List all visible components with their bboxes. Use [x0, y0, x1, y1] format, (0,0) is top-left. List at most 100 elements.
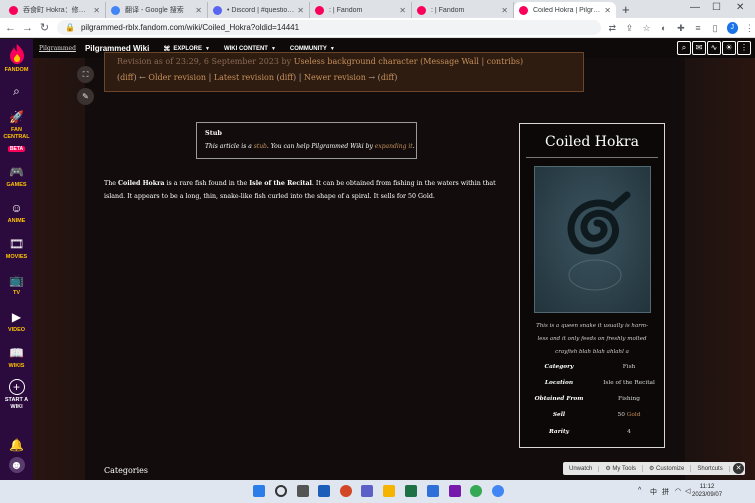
- bookmark-star-icon[interactable]: ☆: [641, 22, 652, 34]
- menu-icon[interactable]: ⋮: [744, 22, 755, 34]
- article-subject: Coiled Hokra: [118, 180, 165, 187]
- minimize-icon[interactable]: —: [690, 2, 700, 13]
- revision-user-tools[interactable]: (Message Wall | contribs): [420, 57, 523, 66]
- chrome-active-icon[interactable]: [492, 485, 504, 497]
- ime-mode-indicator[interactable]: 拼: [662, 487, 669, 497]
- stub-text-part: .: [412, 143, 415, 150]
- location-link[interactable]: Isle of the Recital: [249, 180, 312, 187]
- start-a-wiki-link[interactable]: + START A WIKI: [0, 379, 33, 411]
- discussions-icon[interactable]: ✉: [692, 41, 706, 55]
- my-tools-button[interactable]: ⚙ My Tools: [599, 465, 643, 472]
- reload-icon[interactable]: ↻: [38, 21, 51, 34]
- lock-icon: 🔒: [65, 23, 75, 32]
- tray-chevron-icon[interactable]: ^: [638, 487, 641, 494]
- back-icon[interactable]: ←: [4, 22, 17, 34]
- theme-toggle-icon[interactable]: ☀: [722, 41, 736, 55]
- translate-icon[interactable]: ⇄: [607, 22, 618, 34]
- infobox-value[interactable]: Fishing: [598, 396, 660, 402]
- tv-link[interactable]: 📺 TV: [0, 272, 33, 297]
- diff-link[interactable]: diff: [120, 73, 133, 82]
- onenote-icon[interactable]: [449, 485, 461, 497]
- shortcuts-button[interactable]: Shortcuts: [691, 465, 730, 472]
- search-button[interactable]: ⌕: [0, 83, 33, 99]
- maximize-icon[interactable]: ☐: [712, 2, 721, 13]
- task-view-icon[interactable]: [297, 485, 309, 497]
- tab-close-icon[interactable]: ✕: [297, 6, 304, 15]
- wifi-icon[interactable]: ◠: [675, 487, 681, 495]
- expanding-it-link[interactable]: expanding it: [375, 143, 413, 150]
- wikis-link[interactable]: 📖 WIKIS: [0, 345, 33, 370]
- unwatch-button[interactable]: Unwatch: [563, 465, 600, 472]
- categories-heading[interactable]: Categories: [104, 466, 148, 475]
- new-tab-icon[interactable]: +: [622, 2, 630, 17]
- extension-icon[interactable]: ◐: [658, 22, 669, 34]
- diff-link[interactable]: diff: [381, 73, 394, 82]
- powerpoint-icon[interactable]: [340, 485, 352, 497]
- tab-title: : | Fandom: [431, 6, 465, 14]
- gold-link[interactable]: Gold: [627, 412, 641, 418]
- word-icon[interactable]: [318, 485, 330, 497]
- ime-indicator[interactable]: 中: [650, 487, 657, 497]
- more-icon[interactable]: ⋮: [737, 41, 751, 55]
- tab-close-icon[interactable]: ✕: [93, 6, 100, 15]
- windows-start-icon[interactable]: [253, 485, 265, 497]
- browser-tab[interactable]: 翻译 - Google 搜索 ✕: [106, 2, 208, 18]
- system-clock[interactable]: 11:12 2023/09/07: [692, 483, 722, 499]
- anime-link[interactable]: ☺ ANIME: [0, 200, 33, 225]
- video-label: VIDEO: [7, 327, 26, 333]
- fullscreen-icon[interactable]: ⛶: [77, 66, 94, 83]
- tab-close-icon[interactable]: ✕: [399, 6, 406, 15]
- share-icon[interactable]: ⇪: [624, 22, 635, 34]
- profile-avatar[interactable]: J: [726, 21, 738, 34]
- search-icon: ⌕: [13, 84, 20, 98]
- tab-close-icon[interactable]: ✕: [604, 6, 611, 15]
- browser-tab[interactable]: • Discord | #questions ✕: [208, 2, 310, 18]
- nav-wiki-content[interactable]: WIKI CONTENT ▼: [224, 46, 276, 52]
- teams-icon[interactable]: [361, 485, 373, 497]
- latest-revision-link[interactable]: Latest revision: [214, 73, 274, 82]
- movies-label: MOVIES: [5, 254, 28, 260]
- wiki-search-icon[interactable]: ⌕: [677, 41, 691, 55]
- coiled-hokra-image[interactable]: [534, 166, 651, 313]
- puzzle-icon[interactable]: ✚: [675, 22, 686, 34]
- browser-tab-active[interactable]: Coiled Hokra | Pilgramme✕: [514, 2, 616, 18]
- newer-revision-link[interactable]: Newer revision: [304, 73, 366, 82]
- browser-tab[interactable]: : | Fandom ✕: [412, 2, 514, 18]
- taskbar-search-icon[interactable]: [275, 485, 287, 497]
- user-avatar[interactable]: ☻: [0, 457, 33, 473]
- games-link[interactable]: 🎮 GAMES: [0, 164, 33, 189]
- tab-close-icon[interactable]: ✕: [501, 6, 508, 15]
- video-link[interactable]: ▶ VIDEO: [0, 309, 33, 334]
- volume-icon[interactable]: ◁: [685, 487, 690, 495]
- tab-close-icon[interactable]: ✕: [195, 6, 202, 15]
- movies-link[interactable]: 🎞 MOVIES: [0, 236, 33, 261]
- file-explorer-icon[interactable]: [383, 485, 395, 497]
- browser-tab[interactable]: 吞食町 Hokra：修订历史✕: [4, 2, 106, 18]
- chrome-icon[interactable]: [470, 485, 482, 497]
- edit-pencil-icon[interactable]: ✎: [77, 88, 94, 105]
- window-close-icon[interactable]: ✕: [736, 2, 744, 13]
- stub-link[interactable]: stub: [254, 143, 267, 150]
- url-field[interactable]: 🔒 pilgrammed-rblx.fandom.com/wiki/Coiled…: [57, 20, 601, 35]
- notifications-button[interactable]: 🔔: [0, 437, 33, 453]
- photos-icon[interactable]: [427, 485, 439, 497]
- activity-icon[interactable]: ∿: [707, 41, 721, 55]
- fandom-home-link[interactable]: FANDOM: [0, 43, 33, 74]
- nav-community[interactable]: COMMUNITY ▼: [290, 46, 335, 52]
- customize-button[interactable]: ⚙ Customize: [643, 465, 692, 472]
- infobox-value[interactable]: Isle of the Recital: [598, 380, 660, 386]
- infobox-label: Location: [544, 380, 574, 386]
- side-panel-icon[interactable]: ▯: [710, 22, 721, 34]
- wiki-logo[interactable]: Pilgrammed: [39, 45, 76, 52]
- fan-central-link[interactable]: 🚀 FAN CENTRAL BETA: [0, 109, 33, 153]
- toolbar-close-icon[interactable]: ✕: [733, 463, 744, 474]
- browser-tab[interactable]: : | Fandom ✕: [310, 2, 412, 18]
- reading-list-icon[interactable]: ≡: [692, 22, 703, 34]
- revision-user-link[interactable]: Useless background character: [294, 57, 418, 66]
- paragraph-text: is a rare fish found in the: [166, 180, 248, 187]
- forward-icon[interactable]: →: [21, 22, 34, 34]
- tab-title: Coiled Hokra | Pilgramme: [533, 6, 601, 14]
- excel-icon[interactable]: [405, 485, 417, 497]
- older-revision-link[interactable]: Older revision: [148, 73, 206, 82]
- diff-link[interactable]: diff: [280, 73, 293, 82]
